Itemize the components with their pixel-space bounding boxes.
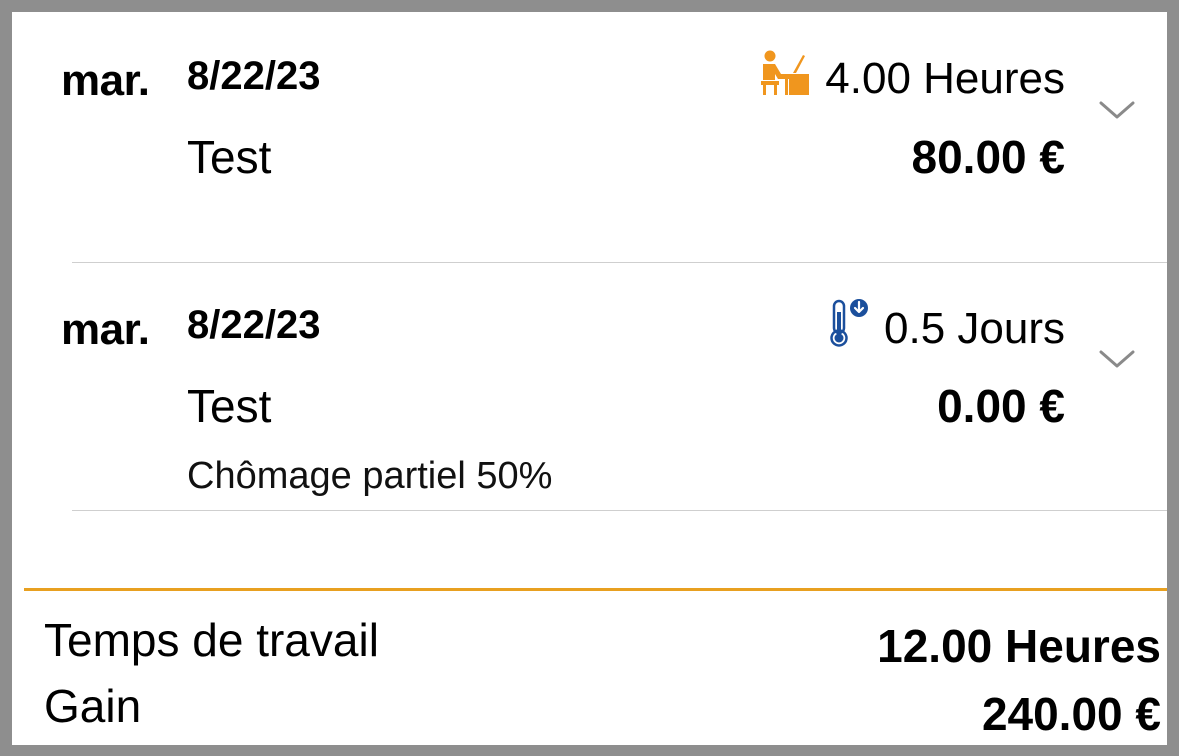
- entry-row[interactable]: mar. 8/22/23 4.00 Heures Test 80.00 €: [24, 24, 1167, 262]
- chevron-down-icon[interactable]: [1099, 100, 1135, 120]
- work-time-value: 12.00 Heures: [877, 620, 1161, 672]
- entry-title: Test: [187, 131, 272, 183]
- entry-note: Chômage partiel 50%: [187, 455, 553, 497]
- app-frame: mar. 8/22/23 4.00 Heures Test 80.00 € ma…: [0, 0, 1179, 756]
- entry-title: Test: [187, 380, 272, 432]
- worker-at-desk-icon: [759, 50, 811, 107]
- entry-quantity-text: 0.5 Jours: [884, 303, 1065, 353]
- entry-date: 8/22/23: [187, 54, 321, 98]
- entry-amount: 80.00 €: [911, 131, 1065, 183]
- earnings-label: Gain: [44, 680, 142, 732]
- entry-quantity: 4.00 Heures: [759, 50, 1065, 107]
- entry-row[interactable]: mar. 8/22/23 0.5 Jours Test 0.00 € Chôma…: [24, 263, 1167, 510]
- thermometer-sick-icon: [826, 298, 870, 359]
- entry-quantity-text: 4.00 Heures: [825, 53, 1065, 103]
- earnings-value: 240.00 €: [981, 688, 1161, 740]
- entries-panel: mar. 8/22/23 4.00 Heures Test 80.00 € ma…: [24, 24, 1167, 745]
- work-time-label: Temps de travail: [44, 614, 379, 666]
- divider: [72, 510, 1167, 511]
- entry-day: mar.: [61, 305, 150, 354]
- entry-amount: 0.00 €: [937, 380, 1065, 432]
- entry-quantity: 0.5 Jours: [826, 298, 1065, 359]
- entry-date: 8/22/23: [187, 303, 321, 347]
- chevron-down-icon[interactable]: [1099, 349, 1135, 369]
- entry-day: mar.: [61, 56, 150, 105]
- summary-footer: Temps de travail 12.00 Heures Gain 240.0…: [24, 588, 1167, 745]
